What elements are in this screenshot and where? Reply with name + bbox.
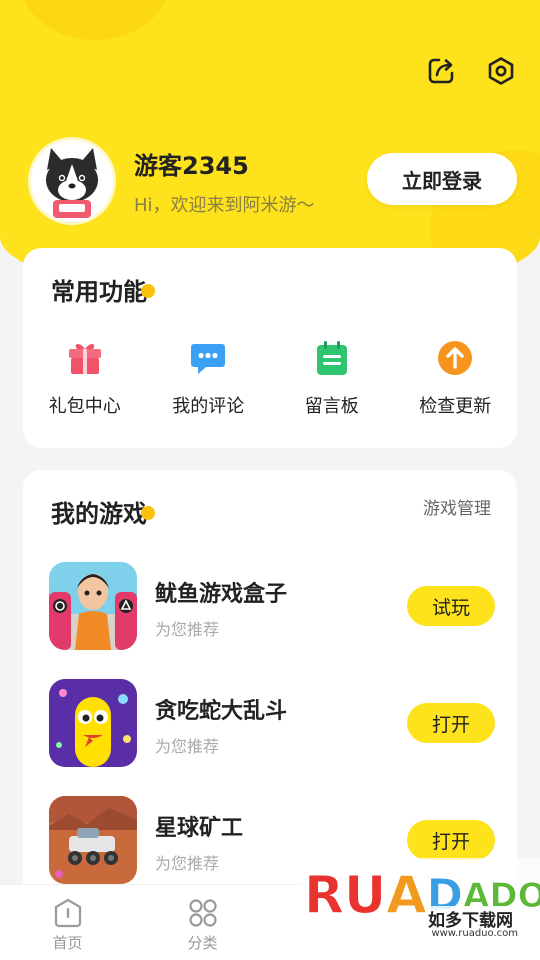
game-subtitle: 为您推荐 xyxy=(155,854,220,873)
function-my-comments[interactable]: 我的评论 xyxy=(147,338,271,418)
function-gift-center[interactable]: 礼包中心 xyxy=(23,338,147,418)
planet-miner-app-icon[interactable] xyxy=(49,796,137,884)
open-button[interactable]: 打开 xyxy=(407,820,495,860)
watermark-url: www.ruaduo.com xyxy=(431,928,518,939)
comment-bubble-icon xyxy=(188,338,228,378)
decor-blob xyxy=(20,0,170,40)
grid-icon xyxy=(187,897,219,929)
function-list: 礼包中心 我的评论 留言板 检查更新 xyxy=(23,338,517,418)
settings-hexagon-icon[interactable] xyxy=(486,56,516,86)
game-row[interactable]: 贪吃蛇大乱斗 为您推荐 打开 xyxy=(49,679,495,767)
common-functions-card: 常用功能 礼包中心 我的评论 留言板 检查更新 xyxy=(23,248,517,448)
game-subtitle: 为您推荐 xyxy=(155,737,220,756)
home-icon xyxy=(52,897,84,929)
watermark-letter: U xyxy=(344,866,387,927)
share-edit-icon[interactable] xyxy=(426,56,456,86)
section-title-text: 我的游戏 xyxy=(51,500,147,528)
tab-home[interactable]: 首页 xyxy=(0,885,135,960)
username: 游客2345 xyxy=(134,152,249,180)
notebook-icon xyxy=(312,338,352,378)
section-title: 我的游戏 xyxy=(51,494,155,529)
watermark-letter: O xyxy=(517,876,540,917)
update-arrow-icon xyxy=(435,338,475,378)
function-label: 留言板 xyxy=(304,396,359,417)
header-actions xyxy=(426,56,516,86)
avatar[interactable] xyxy=(28,137,116,225)
watermark-letter: A xyxy=(386,866,427,927)
function-message-board[interactable]: 留言板 xyxy=(270,338,394,418)
function-label: 检查更新 xyxy=(419,396,492,417)
snake-game-app-icon[interactable] xyxy=(49,679,137,767)
title-accent-dot xyxy=(141,284,155,298)
section-title-text: 常用功能 xyxy=(51,278,147,306)
squid-game-app-icon[interactable] xyxy=(49,562,137,650)
open-button[interactable]: 打开 xyxy=(407,703,495,743)
game-subtitle: 为您推荐 xyxy=(155,620,220,639)
login-button[interactable]: 立即登录 xyxy=(367,153,517,205)
tab-category[interactable]: 分类 xyxy=(135,885,270,960)
function-label: 礼包中心 xyxy=(48,396,121,417)
function-label: 我的评论 xyxy=(172,396,245,417)
greeting-text: Hi，欢迎来到阿米游～ xyxy=(134,195,315,216)
try-play-button[interactable]: 试玩 xyxy=(407,586,495,626)
title-accent-dot xyxy=(141,506,155,520)
game-name: 贪吃蛇大乱斗 xyxy=(155,699,288,724)
game-name: 鱿鱼游戏盒子 xyxy=(155,582,288,607)
watermark-letter: R xyxy=(303,866,345,927)
game-name: 星球矿工 xyxy=(155,816,244,841)
gift-icon xyxy=(65,338,105,378)
my-games-card: 我的游戏 游戏管理 鱿鱼游戏盒子 为您推荐 试玩 贪吃蛇大乱斗 为您推荐 打开 … xyxy=(23,470,517,900)
section-title: 常用功能 xyxy=(51,272,155,307)
tab-label: 分类 xyxy=(187,934,218,952)
function-check-update[interactable]: 检查更新 xyxy=(394,338,518,418)
watermark-logo: R U A D A D O 如多下载网 www.ruaduo.com xyxy=(298,858,540,960)
tab-label: 首页 xyxy=(52,934,83,952)
game-row[interactable]: 鱿鱼游戏盒子 为您推荐 试玩 xyxy=(49,562,495,650)
game-manage-link[interactable]: 游戏管理 xyxy=(423,494,491,519)
